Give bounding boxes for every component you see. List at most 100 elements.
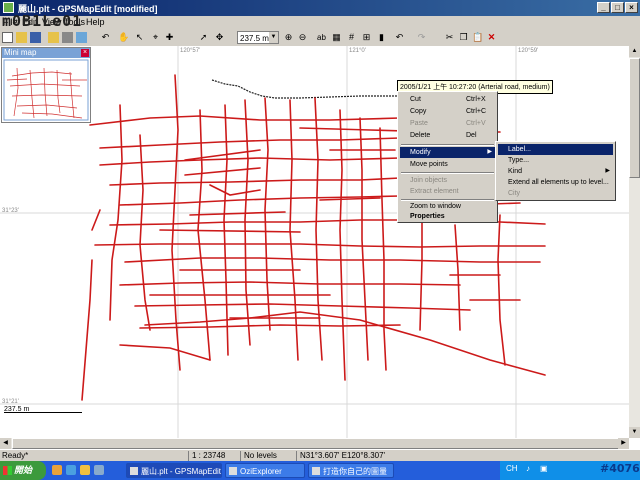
quicklaunch-desktop-icon[interactable] — [66, 465, 76, 475]
menu-item-copy[interactable]: Copy Ctrl+C — [400, 106, 495, 117]
map-canvas[interactable]: 120°57' 121°0' 120°59' 31°23' 31°21' — [0, 46, 629, 438]
menu-item-paste[interactable]: Paste Ctrl+V — [400, 118, 495, 129]
vertical-scroll-thumb[interactable] — [629, 58, 640, 178]
select-arrow-icon[interactable]: ↖ — [134, 32, 145, 43]
task-oziexplorer[interactable]: OziExplorer — [225, 463, 305, 478]
redo-arrow-icon[interactable]: ↷ — [416, 32, 427, 43]
menu-item-modify[interactable]: Modify ▶ — [400, 147, 495, 158]
mini-map-panel[interactable]: Mini map × — [1, 47, 91, 123]
submenu-item-extend[interactable]: Extend all elements up to level... — [498, 177, 613, 188]
submenu-item-kind[interactable]: Kind ▶ — [498, 166, 613, 177]
submenu-item-kind-text: Kind — [508, 168, 523, 175]
menu-help[interactable]: Help — [86, 17, 105, 27]
vertical-scrollbar[interactable]: ▲ ▼ — [629, 46, 640, 438]
new-icon[interactable] — [2, 32, 13, 43]
move-icon[interactable]: ✥ — [214, 32, 225, 43]
quicklaunch-folder-icon[interactable] — [80, 465, 90, 475]
windows-logo-icon — [3, 466, 12, 475]
zoom-out-icon[interactable]: ⊖ — [297, 32, 308, 43]
folder-icon[interactable] — [48, 32, 59, 43]
taskbar: 開始 麗山.plt - GPSMapEdit... OziExplorer 打造… — [0, 461, 640, 480]
submenu-arrow-icon: ▶ — [605, 168, 610, 174]
track-line[interactable] — [211, 79, 400, 99]
menu-item-paste-shortcut: Ctrl+V — [466, 120, 486, 127]
zoom-in-icon[interactable]: ⊕ — [283, 32, 294, 43]
grid-label-top-2: 121°0' — [349, 48, 366, 54]
pointer-icon[interactable]: ➚ — [198, 32, 209, 43]
status-ready: Ready* — [2, 451, 29, 460]
scroll-down-icon[interactable]: ▼ — [629, 427, 640, 438]
copy-icon[interactable]: ❐ — [458, 32, 469, 43]
label-icon[interactable]: ab — [316, 32, 327, 43]
chevron-down-icon[interactable]: ▼ — [269, 32, 278, 43]
scale-select[interactable]: 237.5 m ▼ — [237, 31, 279, 44]
tray-network-icon[interactable]: ▣ — [540, 464, 548, 473]
map-grid — [0, 46, 629, 438]
submenu-item-city[interactable]: City — [498, 188, 613, 199]
export-icon[interactable] — [76, 32, 87, 43]
mini-map-roads[interactable] — [2, 58, 90, 122]
task-browser[interactable]: 打造你自己的圖量 — [308, 463, 394, 478]
start-button[interactable]: 開始 — [0, 461, 46, 480]
undo-icon[interactable]: ↶ — [100, 32, 111, 43]
submenu-item-label[interactable]: Label... — [498, 144, 613, 155]
menu-item-modify-label: Modify — [410, 149, 431, 156]
watermark-badge: #4076 — [600, 462, 640, 475]
scroll-right-icon[interactable]: ▶ — [618, 438, 629, 449]
grid-label-left-2: 31°21' — [2, 399, 19, 405]
menu-item-move-points[interactable]: Move points — [400, 159, 495, 170]
task-gpsmapedit-label: 麗山.plt - GPSMapEdit... — [141, 467, 222, 476]
paste-icon[interactable]: 📋 — [472, 32, 483, 43]
menu-item-cut-label: Cut — [410, 96, 421, 103]
edit-node-icon[interactable]: ⌖ — [150, 32, 161, 43]
menu-item-properties-label: Properties — [410, 213, 445, 220]
menu-item-properties[interactable]: Properties — [400, 211, 495, 222]
maximize-button[interactable]: □ — [611, 2, 624, 13]
hand-icon[interactable]: ✋ — [118, 32, 129, 43]
save-icon[interactable] — [30, 32, 41, 43]
submenu-item-extend-text: Extend all elements up to level... — [508, 179, 609, 186]
menu-item-delete[interactable]: Delete Del — [400, 130, 495, 141]
print-icon[interactable] — [62, 32, 73, 43]
status-levels: No levels — [240, 451, 296, 461]
grid-icon-2[interactable]: # — [346, 32, 357, 43]
task-app-icon — [130, 467, 138, 475]
toolbar: ↶ ✋ ↖ ⌖ ✚ ➚ ✥ 237.5 m ▼ ⊕ ⊖ ab ▦ # ⊞ ▮ ↶… — [0, 30, 640, 47]
scroll-left-icon[interactable]: ◀ — [0, 438, 11, 449]
menu-item-extract-element[interactable]: Extract element — [400, 186, 495, 197]
submenu-item-city-text: City — [508, 190, 521, 197]
task-browser-label: 打造你自己的圖量 — [323, 467, 387, 476]
open-icon[interactable] — [16, 32, 27, 43]
cut-icon[interactable]: ✂ — [444, 32, 455, 43]
horizontal-scrollbar[interactable]: ◀ ▶ — [0, 438, 629, 449]
quicklaunch-ie-icon[interactable] — [52, 465, 62, 475]
map-roads[interactable] — [0, 46, 629, 438]
tray-language[interactable]: CH — [506, 464, 518, 473]
add-point-icon[interactable]: ✚ — [164, 32, 175, 43]
scale-value: 237.5 m — [240, 34, 269, 43]
undo-arrow-icon[interactable]: ↶ — [394, 32, 405, 43]
grid-icon[interactable]: ▦ — [331, 32, 342, 43]
start-label: 開始 — [14, 465, 33, 475]
submenu-item-type[interactable]: Type... — [498, 155, 613, 166]
compass-icon[interactable]: ⊞ — [361, 32, 372, 43]
mini-map-close-button[interactable]: × — [81, 49, 89, 57]
horizontal-scroll-thumb[interactable] — [12, 438, 624, 449]
close-button[interactable]: × — [625, 2, 638, 13]
menu-item-cut[interactable]: Cut Ctrl+X — [400, 94, 495, 105]
task-app-icon — [312, 467, 320, 475]
menu-item-delete-shortcut: Del — [466, 132, 477, 139]
minimize-button[interactable]: _ — [597, 2, 610, 13]
quicklaunch-media-icon[interactable] — [94, 465, 104, 475]
menu-item-copy-shortcut: Ctrl+C — [466, 108, 487, 115]
watermark-logo: m0B1Le01 — [2, 12, 83, 30]
task-gpsmapedit[interactable]: 麗山.plt - GPSMapEdit... — [126, 463, 222, 478]
menu-item-cut-shortcut: Ctrl+X — [466, 96, 486, 103]
tray-speaker-icon[interactable]: ♪ — [526, 464, 530, 473]
delete-icon[interactable]: ✕ — [486, 32, 497, 43]
grid-label-top-3: 120°59' — [518, 48, 539, 54]
menu-item-join-objects[interactable]: Join objects — [400, 175, 495, 186]
scroll-up-icon[interactable]: ▲ — [629, 46, 640, 57]
menu-item-copy-label: Copy — [410, 108, 427, 115]
pin-icon[interactable]: ▮ — [376, 32, 387, 43]
